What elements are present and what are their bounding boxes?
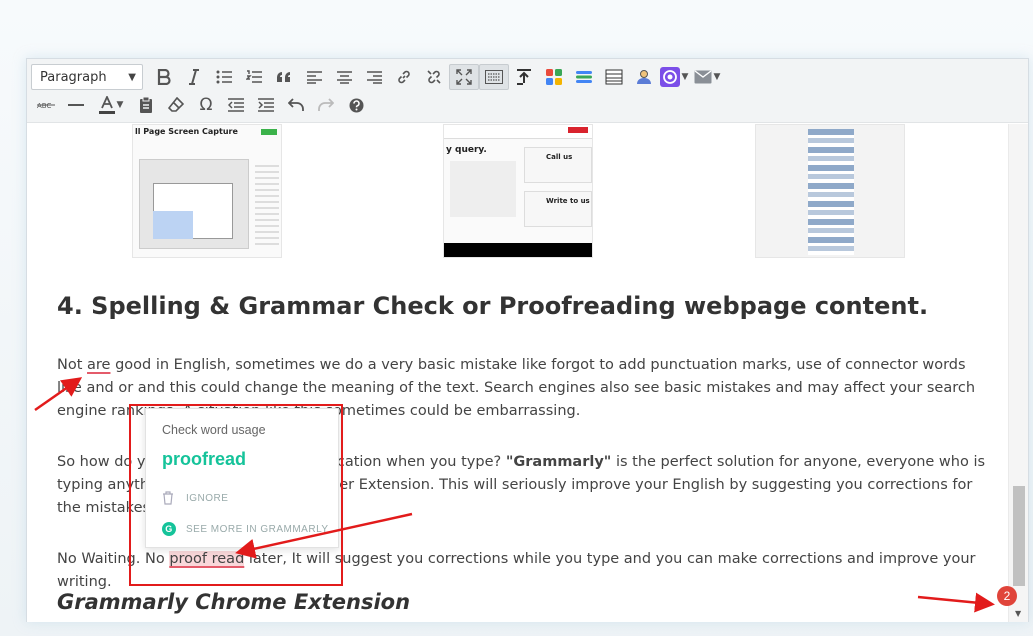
help-icon bbox=[349, 98, 363, 112]
bullet-list-icon bbox=[216, 70, 232, 84]
paste-text-button[interactable] bbox=[131, 92, 161, 118]
scrollbar-thumb[interactable] bbox=[1013, 486, 1025, 586]
thumbnail-page-capture: ll Page Screen Capture bbox=[132, 124, 282, 258]
align-right-icon bbox=[366, 70, 382, 84]
vertical-scrollbar[interactable]: ▼ bbox=[1008, 124, 1028, 622]
user-button[interactable] bbox=[629, 64, 659, 90]
user-icon bbox=[637, 70, 651, 84]
keyboard-icon bbox=[485, 70, 503, 84]
redo-button[interactable] bbox=[311, 92, 341, 118]
chevron-down-icon: ▼ bbox=[116, 100, 124, 110]
quote-icon bbox=[277, 72, 290, 82]
plugin-menu-button[interactable]: ▼ bbox=[659, 64, 689, 90]
format-select-value: Paragraph bbox=[40, 69, 107, 85]
thumbnail-long-page bbox=[755, 124, 905, 258]
toolbar-toggle-button[interactable] bbox=[479, 64, 509, 90]
envelope-icon bbox=[694, 70, 712, 84]
strikethrough-icon: ABC bbox=[37, 102, 55, 110]
layers-icon bbox=[576, 71, 592, 83]
indent-button[interactable] bbox=[251, 92, 281, 118]
screenshot-thumbnails: ll Page Screen Capture y query. Call us … bbox=[27, 124, 1009, 258]
fullscreen-icon bbox=[456, 69, 472, 85]
email-menu-button[interactable]: ▼ bbox=[689, 64, 725, 90]
svg-text:ABC: ABC bbox=[37, 102, 51, 110]
horizontal-rule-icon bbox=[68, 104, 84, 106]
horizontal-line-button[interactable] bbox=[61, 92, 91, 118]
chevron-down-icon: ▼ bbox=[128, 71, 136, 83]
omega-icon: Ω bbox=[199, 95, 213, 115]
eraser-icon bbox=[168, 97, 184, 112]
blockquote-button[interactable] bbox=[269, 64, 299, 90]
thumbnail-title: y query. bbox=[446, 145, 487, 155]
bullet-list-button[interactable] bbox=[209, 64, 239, 90]
subheading: Grammarly Chrome Extension bbox=[57, 590, 411, 614]
insert-link-button[interactable] bbox=[389, 64, 419, 90]
upload-arrow-icon bbox=[517, 69, 531, 85]
text-color-icon bbox=[98, 96, 115, 114]
clipboard-icon bbox=[140, 97, 152, 113]
undo-button[interactable] bbox=[281, 92, 311, 118]
undo-icon bbox=[288, 98, 304, 111]
clear-formatting-button[interactable] bbox=[161, 92, 191, 118]
notification-badge: 2 bbox=[997, 586, 1017, 606]
align-right-button[interactable] bbox=[359, 64, 389, 90]
thumbnail-footer bbox=[444, 243, 592, 257]
thumbnail-form bbox=[450, 161, 516, 217]
indent-icon bbox=[258, 98, 274, 112]
unlink-icon bbox=[427, 70, 441, 84]
align-center-button[interactable] bbox=[329, 64, 359, 90]
insert-more-button[interactable] bbox=[509, 64, 539, 90]
colored-grid-icon bbox=[546, 69, 562, 85]
table-button[interactable] bbox=[599, 64, 629, 90]
thumbnail-image bbox=[153, 211, 193, 239]
bold-text: "Grammarly" bbox=[505, 454, 612, 470]
purple-badge-icon bbox=[659, 67, 680, 87]
redo-icon bbox=[318, 98, 334, 111]
bold-button[interactable] bbox=[149, 64, 179, 90]
shortcodes-button[interactable] bbox=[539, 64, 569, 90]
thumbnail-text-lines bbox=[255, 165, 279, 245]
align-left-icon bbox=[306, 70, 322, 84]
remove-link-button[interactable] bbox=[419, 64, 449, 90]
section-heading: 4. Spelling & Grammar Check or Proofread… bbox=[57, 292, 929, 320]
thumbnail-button bbox=[261, 129, 277, 135]
italic-icon bbox=[189, 69, 199, 85]
chevron-down-icon: ▼ bbox=[713, 72, 721, 82]
format-select[interactable]: Paragraph ▼ bbox=[31, 64, 143, 90]
thumbnail-red-button bbox=[568, 127, 588, 133]
scroll-down-icon[interactable]: ▼ bbox=[1015, 609, 1021, 618]
editor-toolbar: Paragraph ▼ ▼ ▼ ABC ▼ Ω bbox=[27, 59, 1028, 123]
link-icon bbox=[398, 70, 410, 84]
italic-button[interactable] bbox=[179, 64, 209, 90]
thumbnail-title: ll Page Screen Capture bbox=[135, 127, 238, 136]
bold-icon bbox=[157, 69, 171, 85]
layout-button[interactable] bbox=[569, 64, 599, 90]
thumbnail-page-strip bbox=[808, 129, 854, 255]
outdent-button[interactable] bbox=[221, 92, 251, 118]
text-span: Not bbox=[57, 357, 88, 373]
numbered-list-button[interactable] bbox=[239, 64, 269, 90]
fullscreen-button[interactable] bbox=[449, 64, 479, 90]
outdent-icon bbox=[228, 98, 244, 112]
text-color-button[interactable]: ▼ bbox=[91, 92, 131, 118]
annotation-highlight-box bbox=[129, 404, 343, 586]
special-character-button[interactable]: Ω bbox=[191, 92, 221, 118]
thumbnail-card-title: Call us bbox=[546, 153, 573, 161]
strikethrough-button[interactable]: ABC bbox=[31, 92, 61, 118]
align-center-icon bbox=[336, 70, 352, 84]
toolbar-row-2: ABC ▼ Ω bbox=[31, 91, 371, 119]
thumbnail-contact-page: y query. Call us Write to us bbox=[443, 124, 593, 258]
toolbar-row-1: Paragraph ▼ ▼ ▼ bbox=[31, 63, 725, 91]
table-icon bbox=[605, 69, 623, 85]
align-left-button[interactable] bbox=[299, 64, 329, 90]
thumbnail-card-title: Write to us bbox=[546, 197, 590, 205]
chevron-down-icon: ▼ bbox=[681, 72, 689, 82]
numbered-list-icon bbox=[246, 70, 262, 83]
flagged-word[interactable]: are bbox=[87, 357, 110, 373]
help-button[interactable] bbox=[341, 92, 371, 118]
